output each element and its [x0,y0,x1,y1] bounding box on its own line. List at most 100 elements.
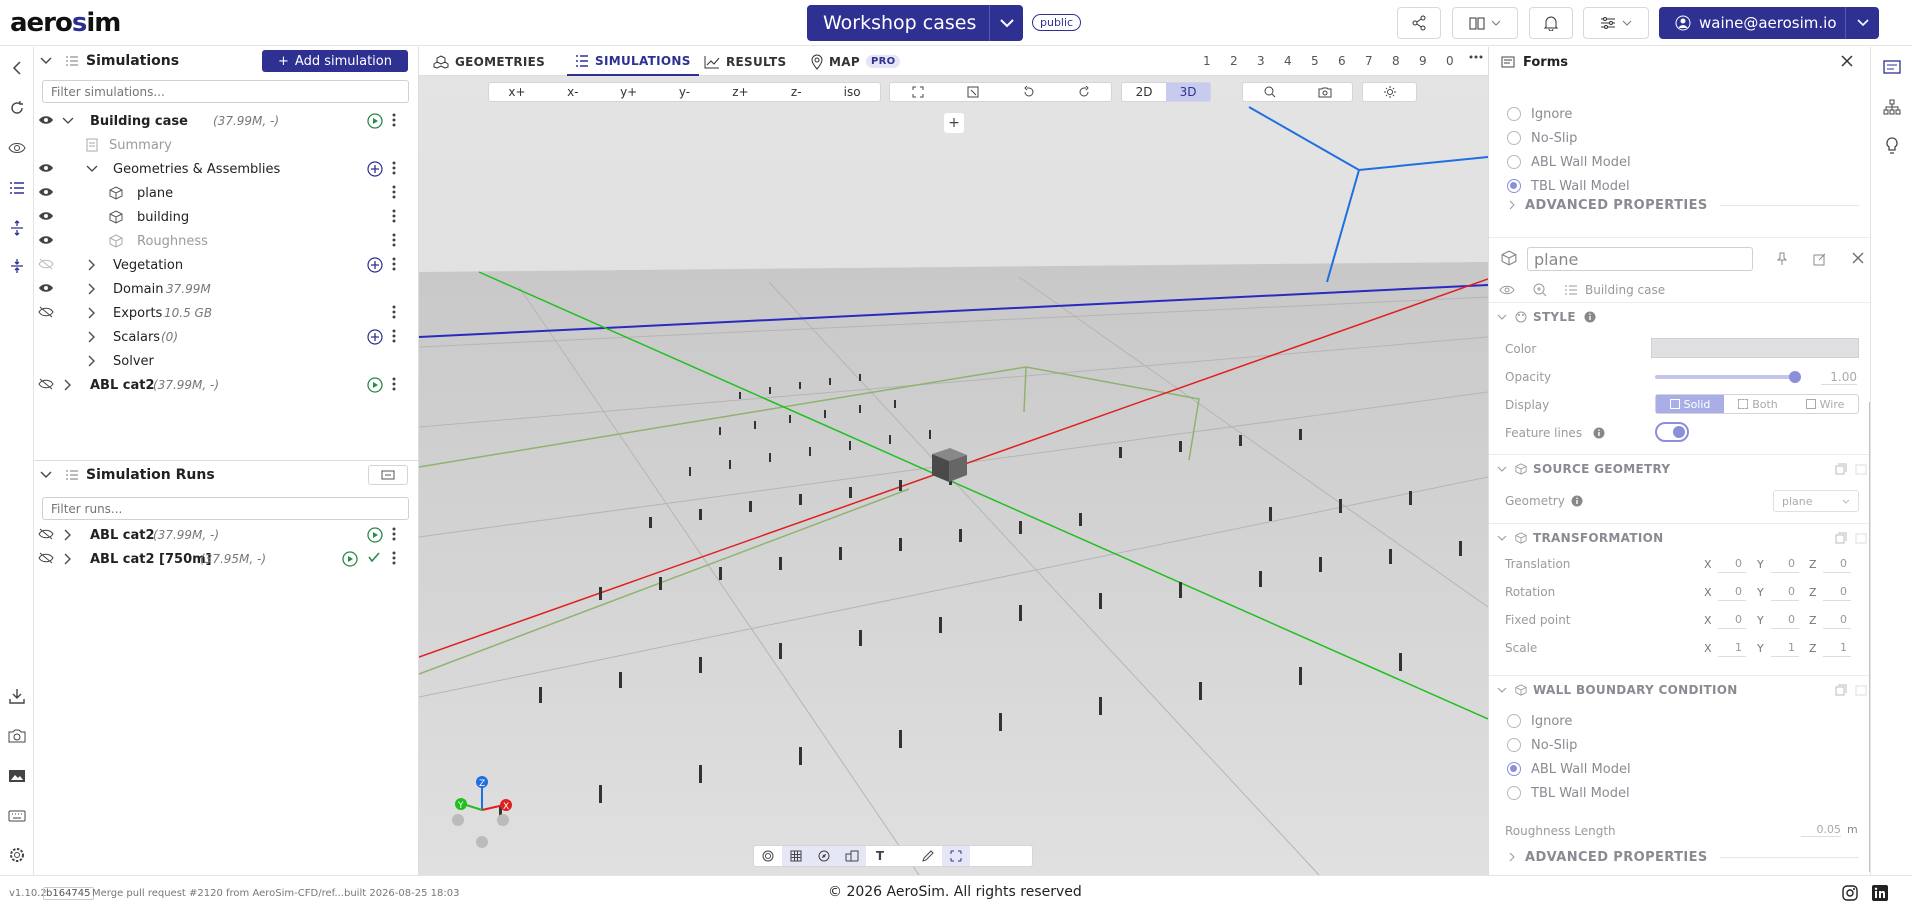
paste-icon[interactable] [1855,532,1867,544]
tree-row-solver[interactable]: Solver [34,349,419,373]
collapse-panel-icon[interactable] [6,57,28,79]
eye-icon[interactable] [38,186,54,198]
gear-icon[interactable] [6,844,28,866]
fit-view-icon[interactable] [890,83,946,101]
radio-circle-icon[interactable] [1507,155,1521,169]
rotate-left-icon[interactable] [1001,83,1057,101]
more-vertical-icon[interactable] [392,161,396,175]
image-icon[interactable] [6,765,28,787]
add-view-button[interactable]: + [944,113,964,133]
user-menu[interactable]: waine@aerosim.io [1659,7,1879,39]
radio-option[interactable]: ABL Wall Model [1489,757,1870,781]
chevron-right-icon[interactable] [88,259,96,271]
view-iso-button[interactable]: iso [824,83,880,101]
collapse-vertical-icon[interactable] [6,255,28,277]
eye-off-icon[interactable] [38,378,54,390]
roughness-length-input[interactable]: 0.05 [1801,823,1841,837]
tree-row-building[interactable]: building [34,205,419,229]
radio-circle-icon[interactable] [1507,714,1521,728]
eye-icon[interactable] [38,114,54,126]
view-xminus-button[interactable]: x- [545,83,601,101]
close-icon[interactable] [1841,55,1853,67]
more-vertical-icon[interactable] [392,377,396,391]
more-vertical-icon[interactable] [392,233,396,247]
paste-icon[interactable] [1855,463,1867,475]
eye-icon[interactable] [1499,284,1515,296]
radio-option[interactable]: ABL Wall Model [1489,150,1870,174]
transform-z-input[interactable]: 1 [1823,641,1851,657]
commit-hash[interactable]: b164745 [43,887,94,900]
radio-circle-icon[interactable] [1507,762,1521,776]
run-row-abl-cat2[interactable]: ABL cat2 (37.99M, -) [34,523,419,547]
chevron-down-icon[interactable] [40,471,52,479]
eye-icon[interactable] [6,137,28,159]
source-geometry-section-header[interactable]: SOURCE GEOMETRY [1489,454,1870,482]
transform-y-input[interactable]: 0 [1771,557,1799,573]
pencil-icon[interactable] [914,846,942,866]
share-button[interactable] [1397,7,1441,39]
text-icon[interactable]: T [866,846,894,866]
tree-row-summary[interactable]: Summary [34,133,419,157]
docs-menu-button[interactable] [1452,7,1518,39]
play-icon[interactable] [367,113,383,129]
chevron-down-icon[interactable] [1845,7,1879,39]
chevron-down-icon[interactable] [62,117,74,125]
eye-icon[interactable] [38,282,54,294]
layer-number-button[interactable]: 9 [1419,54,1427,68]
layer-number-button[interactable]: 0 [1446,54,1454,68]
layer-number-button[interactable]: 3 [1257,54,1265,68]
target-icon[interactable] [754,846,782,866]
eye-off-icon[interactable] [38,552,54,564]
radio-option[interactable]: No-Slip [1489,126,1870,150]
building-cube[interactable] [932,448,967,482]
add-circle-icon[interactable] [367,257,383,273]
view-3d-button[interactable]: 3D [1166,83,1210,101]
keyboard-icon[interactable] [6,805,28,827]
more-vertical-icon[interactable] [392,209,396,223]
tree-row-geometries[interactable]: Geometries & Assemblies [34,157,419,181]
wall-boundary-section-header[interactable]: WALL BOUNDARY CONDITION [1489,675,1870,703]
color-swatch[interactable] [1651,338,1859,358]
add-circle-icon[interactable] [367,329,383,345]
tree-row-domain[interactable]: Domain 37.99M [34,277,419,301]
tree-row-plane[interactable]: plane [34,181,419,205]
eye-off-icon[interactable] [38,306,54,318]
eye-off-icon[interactable] [38,528,54,540]
form-icon[interactable] [1881,56,1903,78]
radio-circle-icon[interactable] [1507,738,1521,752]
transform-y-input[interactable]: 0 [1771,585,1799,601]
chevron-right-icon[interactable] [88,355,96,367]
layer-number-button[interactable]: 8 [1392,54,1400,68]
more-vertical-icon[interactable] [392,527,396,541]
display-both-button[interactable]: Both [1724,395,1792,413]
play-icon[interactable] [367,527,383,543]
feature-lines-toggle[interactable] [1655,422,1689,442]
camera-icon[interactable] [6,725,28,747]
opacity-value[interactable]: 1.00 [1821,370,1857,385]
runs-layout-button[interactable] [368,465,408,485]
tree-row-abl-cat2[interactable]: ABL cat2 (37.99M, -) [34,373,419,397]
hierarchy-icon[interactable] [1881,96,1903,118]
play-icon[interactable] [367,377,383,393]
tab-geometries[interactable]: GEOMETRIES [433,47,545,76]
layer-number-button[interactable]: 7 [1365,54,1373,68]
radio-circle-icon[interactable] [1507,179,1521,193]
instagram-icon[interactable] [1842,885,1858,901]
settings-menu-button[interactable] [1583,7,1649,39]
more-vertical-icon[interactable] [392,329,396,343]
add-circle-icon[interactable] [367,161,383,177]
transformation-section-header[interactable]: TRANSFORMATION [1489,523,1870,551]
compass-icon[interactable] [810,846,838,866]
view-zminus-button[interactable]: z- [768,83,824,101]
eye-off-icon[interactable] [38,258,54,270]
style-section-header[interactable]: STYLE [1489,302,1870,330]
3d-viewport[interactable]: Z X Y [419,47,1488,875]
pin-icon[interactable] [1775,252,1789,266]
copy-icon[interactable] [1835,463,1847,475]
transform-x-input[interactable]: 0 [1718,613,1746,629]
tab-simulations[interactable]: SIMULATIONS [567,47,699,76]
view-zplus-button[interactable]: z+ [712,83,768,101]
layer-number-button[interactable]: 6 [1338,54,1346,68]
chevron-right-icon[interactable] [64,529,72,541]
zoom-in-icon[interactable] [1533,283,1547,297]
